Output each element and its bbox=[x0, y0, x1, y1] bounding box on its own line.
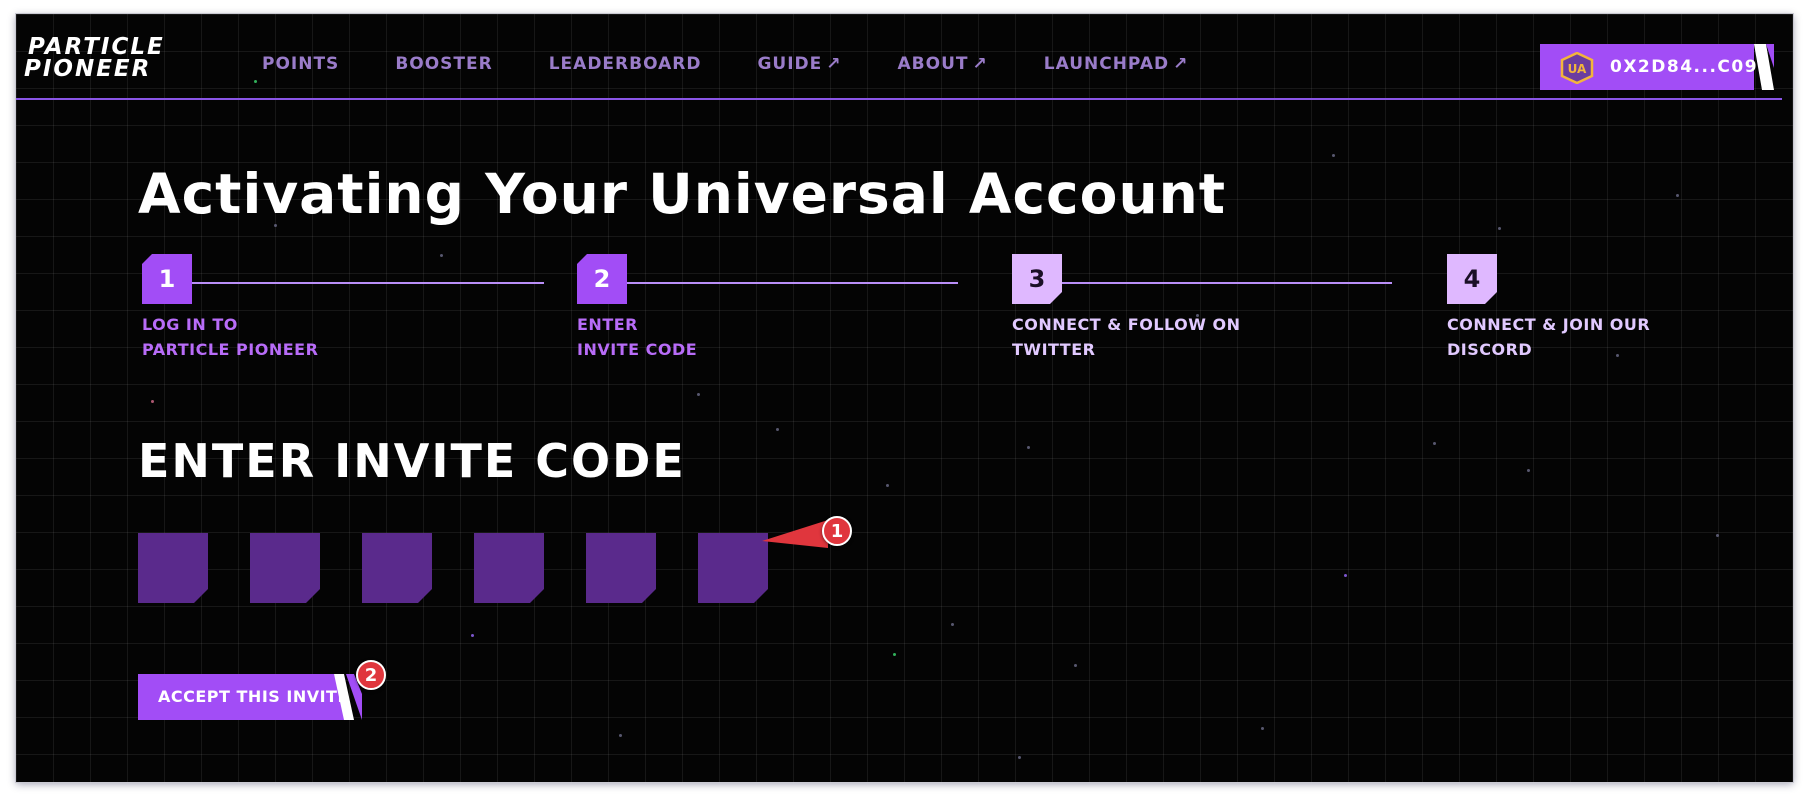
step-label-line: CONNECT & FOLLOW ON bbox=[1012, 315, 1241, 334]
nav-booster-label: BOOSTER bbox=[395, 54, 493, 74]
star-dot bbox=[1018, 756, 1021, 759]
step-label-line: DISCORD bbox=[1447, 340, 1533, 359]
particle-pioneer-logo[interactable]: PARTICLE PIONEER bbox=[24, 34, 204, 81]
step-label-line: INVITE CODE bbox=[577, 340, 698, 359]
star-dot bbox=[1527, 469, 1530, 472]
nav-launchpad[interactable]: LAUNCHPAD ↗ bbox=[1044, 54, 1189, 74]
step-number-badge: 4 bbox=[1447, 254, 1497, 304]
star-dot bbox=[1498, 227, 1501, 230]
step-label-line: CONNECT & JOIN OUR bbox=[1447, 315, 1651, 334]
step-number-badge: 2 bbox=[577, 254, 627, 304]
invite-code-digit-1[interactable] bbox=[138, 533, 208, 603]
star-dot bbox=[1027, 446, 1030, 449]
page-title: Activating Your Universal Account bbox=[138, 162, 1227, 226]
step-label: CONNECT & JOIN OUR DISCORD bbox=[1447, 312, 1650, 362]
external-link-icon: ↗ bbox=[972, 54, 988, 74]
star-dot bbox=[893, 653, 896, 656]
star-dot bbox=[619, 734, 622, 737]
star-dot bbox=[440, 254, 443, 257]
logo-line-2: PIONEER bbox=[24, 56, 152, 82]
ua-badge-icon: UA bbox=[1560, 52, 1594, 84]
nav-guide[interactable]: GUIDE ↗ bbox=[757, 54, 841, 74]
logo-line-1: PARTICLE bbox=[28, 34, 165, 60]
wallet-address: 0X2D84...C090 bbox=[1610, 57, 1772, 77]
nav-leaderboard-label: LEADERBOARD bbox=[548, 54, 702, 74]
step-discord: 4 CONNECT & JOIN OUR DISCORD bbox=[1447, 254, 1650, 362]
star-dot bbox=[1676, 194, 1679, 197]
accept-invite-button[interactable]: ACCEPT THIS INVITE bbox=[138, 674, 363, 720]
accept-invite-label: ACCEPT THIS INVITE bbox=[158, 687, 349, 706]
star-dot bbox=[697, 393, 700, 396]
nav-points-label: POINTS bbox=[262, 54, 340, 74]
star-dot bbox=[886, 484, 889, 487]
step-number-badge: 3 bbox=[1012, 254, 1062, 304]
star-dot bbox=[1074, 664, 1077, 667]
step-label: CONNECT & FOLLOW ON TWITTER bbox=[1012, 312, 1240, 362]
wallet-button[interactable]: UA 0X2D84...C090 bbox=[1540, 44, 1774, 90]
nav-about[interactable]: ABOUT ↗ bbox=[898, 54, 988, 74]
star-dot bbox=[151, 400, 154, 403]
invite-code-heading: ENTER INVITE CODE bbox=[138, 434, 686, 488]
app-window: PARTICLE PIONEER POINTS BOOSTER LEADERBO… bbox=[16, 14, 1793, 782]
star-dot bbox=[1261, 727, 1264, 730]
star-dot bbox=[1433, 442, 1436, 445]
star-dot bbox=[776, 428, 779, 431]
invite-code-digit-5[interactable] bbox=[586, 533, 656, 603]
svg-text:UA: UA bbox=[1568, 62, 1587, 76]
step-label-line: TWITTER bbox=[1012, 340, 1096, 359]
step-twitter: 3 CONNECT & FOLLOW ON TWITTER bbox=[1012, 254, 1240, 362]
header-divider bbox=[16, 98, 1782, 100]
step-label-line: PARTICLE PIONEER bbox=[142, 340, 319, 359]
star-dot bbox=[1332, 154, 1335, 157]
invite-code-digit-4[interactable] bbox=[474, 533, 544, 603]
invite-code-digit-2[interactable] bbox=[250, 533, 320, 603]
top-nav: POINTS BOOSTER LEADERBOARD GUIDE ↗ ABOUT ↗… bbox=[262, 54, 1244, 74]
external-link-icon: ↗ bbox=[826, 54, 842, 74]
step-number-badge: 1 bbox=[142, 254, 192, 304]
external-link-icon: ↗ bbox=[1173, 54, 1189, 74]
step-label: ENTER INVITE CODE bbox=[577, 312, 697, 362]
invite-code-digit-3[interactable] bbox=[362, 533, 432, 603]
nav-leaderboard[interactable]: LEADERBOARD bbox=[549, 54, 702, 74]
star-dot bbox=[951, 623, 954, 626]
star-dot bbox=[1344, 574, 1347, 577]
nav-launchpad-label: LAUNCHPAD bbox=[1043, 54, 1170, 74]
invite-code-digit-6[interactable] bbox=[698, 533, 768, 603]
nav-booster[interactable]: BOOSTER bbox=[395, 54, 492, 74]
star-dot bbox=[1716, 534, 1719, 537]
callout-badge-1: 1 bbox=[822, 516, 852, 546]
callout-badge-2: 2 bbox=[356, 660, 386, 690]
step-label-line: LOG IN TO bbox=[142, 315, 238, 334]
nav-about-label: ABOUT bbox=[897, 54, 969, 74]
step-invite-code: 2 ENTER INVITE CODE bbox=[577, 254, 697, 362]
star-dot bbox=[471, 634, 474, 637]
step-label: LOG IN TO PARTICLE PIONEER bbox=[142, 312, 318, 362]
step-login: 1 LOG IN TO PARTICLE PIONEER bbox=[142, 254, 318, 362]
star-dot bbox=[254, 80, 257, 83]
nav-guide-label: GUIDE bbox=[757, 54, 823, 74]
nav-points[interactable]: POINTS bbox=[262, 54, 339, 74]
step-label-line: ENTER bbox=[577, 315, 638, 334]
